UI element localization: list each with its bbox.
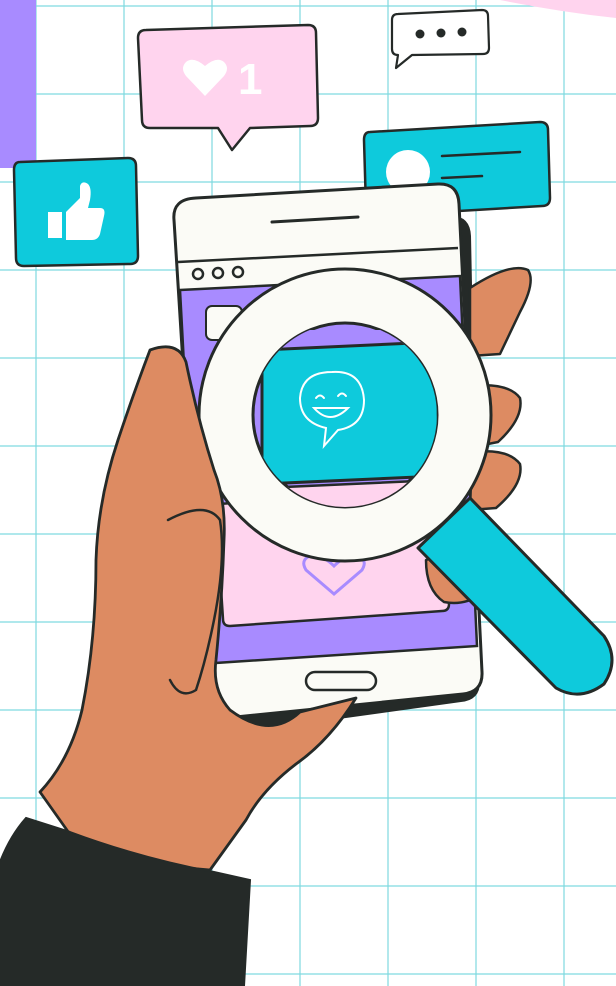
like-notification-bubble: 1	[136, 23, 320, 152]
illustration: 1	[0, 0, 616, 986]
magnifying-glass-icon	[197, 267, 493, 563]
purple-corner-block	[0, 0, 36, 168]
pink-corner-swoosh	[500, 0, 616, 18]
thumbs-up-card	[12, 156, 140, 268]
typing-bubble	[390, 8, 491, 70]
like-count: 1	[238, 55, 262, 104]
